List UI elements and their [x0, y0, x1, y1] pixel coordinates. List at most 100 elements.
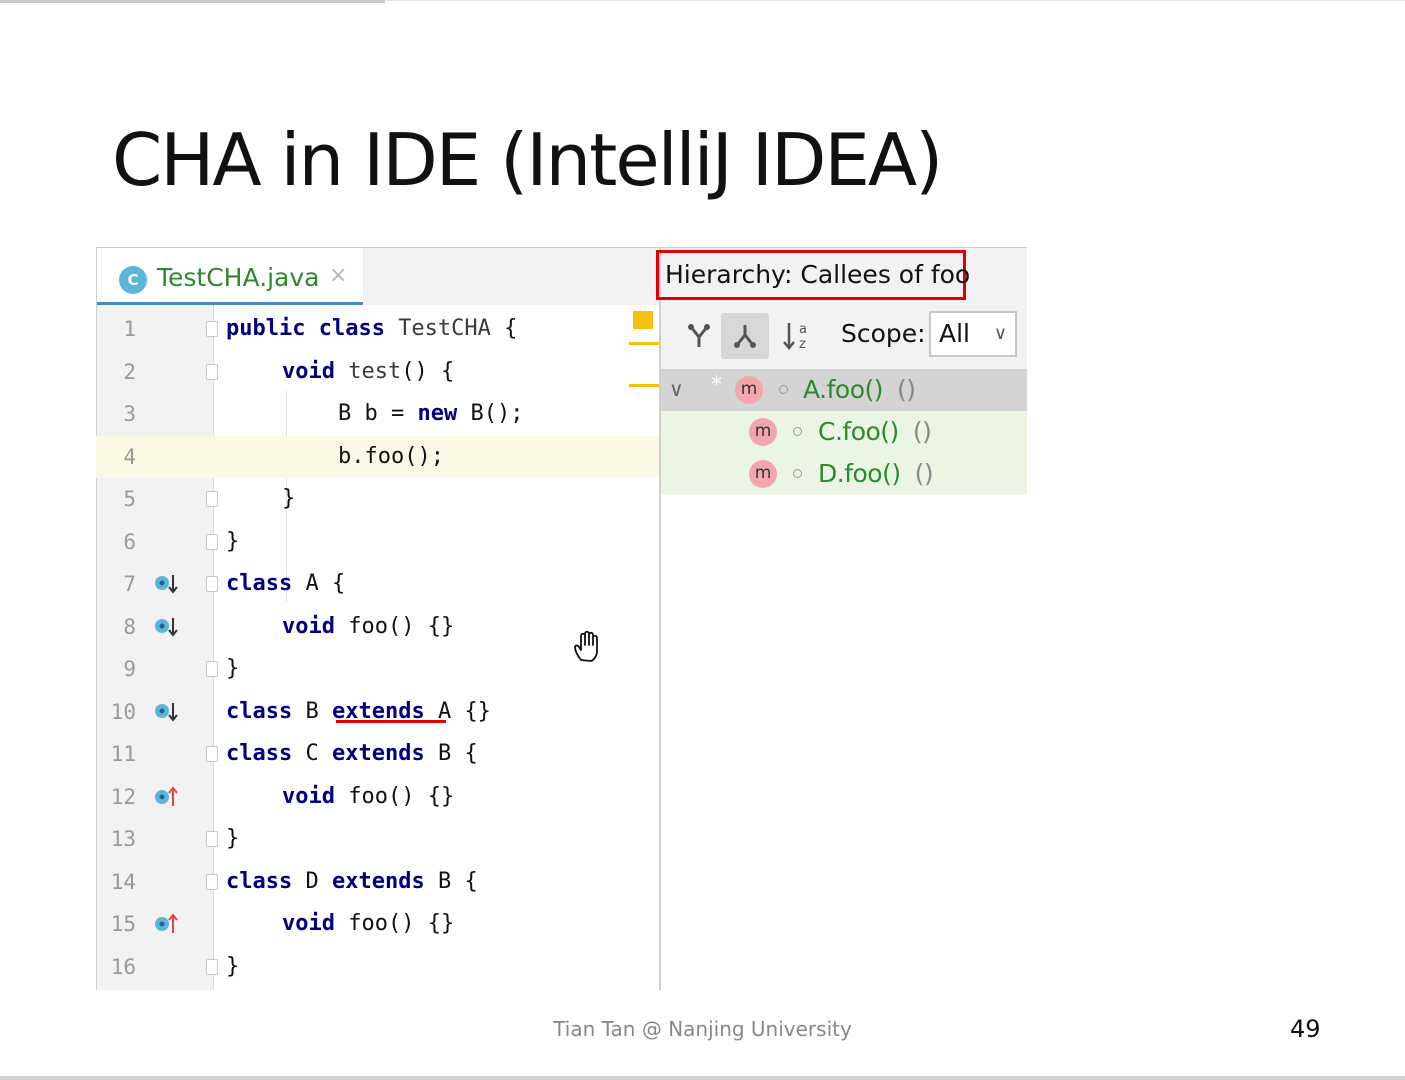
keyword: new: [417, 401, 458, 426]
code-line-12[interactable]: 12 void foo() {}: [96, 776, 659, 819]
line-number: 9: [123, 657, 136, 681]
code-text: B b =: [338, 401, 418, 426]
method-icon: m: [749, 418, 777, 446]
method-args: (): [912, 417, 932, 446]
code-line-16[interactable]: 16 }: [96, 946, 659, 989]
code-text: () {: [401, 358, 455, 384]
code-text: }: [226, 656, 240, 681]
close-icon[interactable]: ×: [329, 263, 347, 288]
root-marker-icon: *: [711, 373, 722, 398]
keyword: class: [226, 571, 293, 596]
implemented-down-icon[interactable]: [154, 616, 178, 638]
line-number: 2: [123, 359, 136, 384]
keyword: void: [282, 358, 349, 384]
method-args: (): [897, 375, 916, 404]
error-stripe-marker[interactable]: [629, 342, 659, 345]
fold-icon[interactable]: [206, 533, 218, 550]
keyword: class: [226, 868, 293, 894]
code-line-6[interactable]: 6 }: [96, 521, 659, 564]
scope-value: All: [939, 319, 970, 348]
code-line-15[interactable]: 15 void foo() {}: [96, 903, 659, 946]
fold-icon[interactable]: [206, 873, 218, 890]
code-line-2[interactable]: 2 void test() {: [96, 351, 659, 394]
method-icon: m: [735, 376, 763, 404]
caller-hierarchy-button[interactable]: [675, 313, 723, 359]
keyword: void: [282, 783, 335, 809]
fold-icon[interactable]: [206, 661, 218, 677]
code-line-4[interactable]: 4 b.foo();: [96, 435, 659, 479]
code-text: D: [292, 868, 332, 894]
code-line-14[interactable]: 14 class D extends B {: [96, 861, 659, 904]
tree-node-label: D.foo() (): [818, 459, 934, 488]
keyword: class: [226, 741, 293, 766]
slide-footer: Tian Tan @ Nanjing University: [553, 1017, 852, 1041]
fold-icon[interactable]: [206, 746, 218, 762]
line-number: 16: [110, 954, 136, 979]
fold-icon[interactable]: [206, 958, 218, 975]
scope-label: Scope:: [841, 319, 926, 348]
fold-icon[interactable]: [206, 576, 218, 592]
warning-marker[interactable]: [633, 311, 653, 329]
svg-text:z: z: [799, 337, 806, 352]
code-text: C: [292, 741, 332, 766]
chevron-down-icon[interactable]: ∨: [669, 377, 684, 401]
code-line-13[interactable]: 13 }: [96, 818, 659, 861]
fold-icon[interactable]: [206, 831, 218, 847]
slide-title: CHA in IDE (IntelliJ IDEA): [112, 118, 943, 202]
bottom-border: [0, 1076, 1405, 1080]
method-args: (): [914, 459, 934, 488]
line-number: 8: [123, 614, 136, 639]
hierarchy-header: Hierarchy: Callees of foo: [656, 247, 1027, 305]
callee-hierarchy-icon: [734, 325, 756, 348]
call-site-text[interactable]: b.foo();: [338, 436, 444, 479]
sort-alpha-icon: az: [783, 322, 807, 352]
code-text: }: [282, 486, 296, 511]
code-line-5[interactable]: 5 }: [96, 478, 659, 521]
keyword: void: [282, 911, 335, 936]
code-text: B();: [457, 401, 524, 426]
tab-testcha-java[interactable]: C TestCHA.java ×: [97, 248, 363, 306]
tree-node-label: C.foo() (): [818, 417, 932, 446]
code-line-1[interactable]: 1 public class TestCHA {: [96, 308, 659, 351]
code-line-7[interactable]: 7 class A {: [96, 563, 659, 606]
code-text: }: [226, 953, 240, 979]
implemented-down-icon[interactable]: [154, 573, 178, 595]
keyword: public class: [226, 316, 399, 341]
top-border-line: [385, 0, 1405, 1]
implemented-down-icon[interactable]: [154, 701, 178, 723]
overrides-up-icon[interactable]: [154, 785, 178, 808]
code-text: B: [292, 698, 332, 724]
fold-icon[interactable]: [206, 321, 218, 337]
method-name: A.foo(): [803, 375, 884, 404]
tree-node-c-foo[interactable]: m C.foo() (): [661, 411, 1027, 453]
callee-hierarchy-button[interactable]: [721, 313, 769, 359]
caller-hierarchy-icon: [688, 324, 710, 347]
fold-icon[interactable]: [206, 363, 218, 380]
class-name: TestCHA: [398, 316, 491, 341]
code-line-11[interactable]: 11 class C extends B {: [96, 733, 659, 776]
visibility-icon: [779, 385, 788, 394]
code-text: B {: [424, 741, 478, 766]
tree-node-d-foo[interactable]: m D.foo() (): [661, 453, 1027, 495]
error-stripe-marker[interactable]: [629, 384, 659, 387]
call-site-underline: [336, 720, 446, 723]
keyword: class: [226, 698, 293, 724]
line-number: 14: [110, 869, 136, 894]
overrides-up-icon[interactable]: [154, 913, 178, 935]
ide-window: C TestCHA.java × 1 public class TestCHA …: [96, 247, 1027, 990]
svg-text:a: a: [799, 322, 807, 337]
code-text: foo() {}: [334, 911, 455, 936]
code-line-10[interactable]: 10 class B extends A {}: [96, 691, 659, 734]
keyword: void: [282, 613, 335, 639]
hand-cursor-icon: [574, 630, 598, 662]
tab-label: TestCHA.java: [157, 263, 320, 292]
code-text: }: [226, 826, 240, 851]
page-number: 49: [1290, 1015, 1321, 1043]
chevron-down-icon: ∨: [993, 323, 1007, 344]
sort-alphabetically-button[interactable]: az: [775, 313, 823, 359]
tree-node-a-foo[interactable]: ∨ * m A.foo() (): [661, 369, 1027, 411]
scope-dropdown[interactable]: All ∨: [929, 311, 1017, 357]
code-line-3[interactable]: 3 B b = new B();: [96, 393, 659, 436]
top-border: [0, 0, 385, 3]
fold-icon[interactable]: [206, 491, 218, 507]
